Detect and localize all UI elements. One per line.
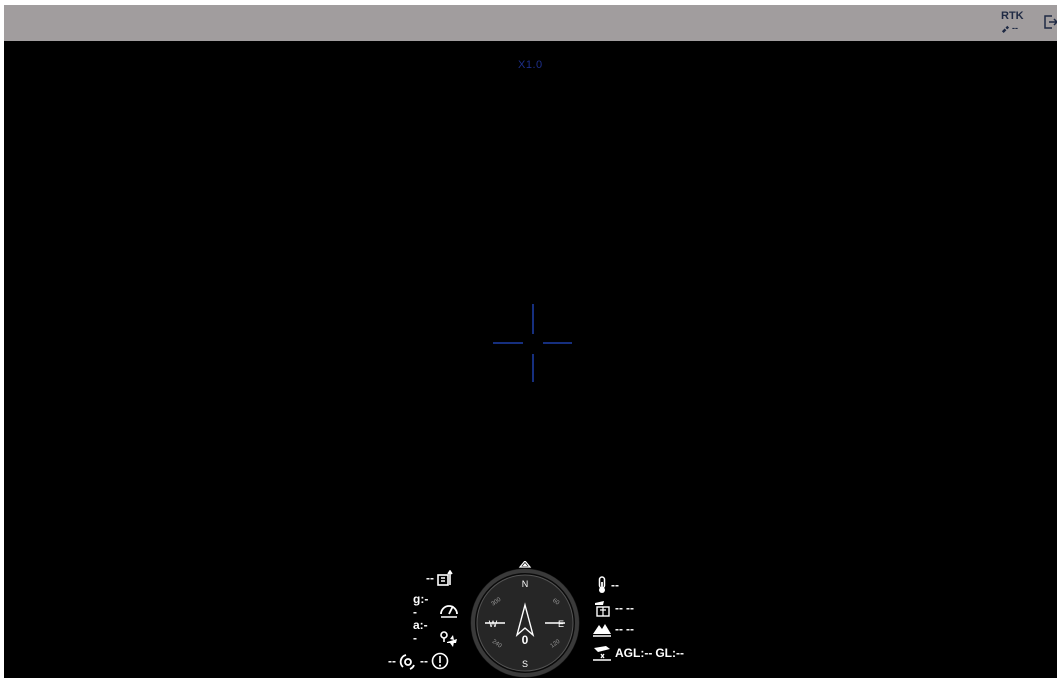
landing-icon — [592, 644, 612, 662]
compass-east: E — [558, 619, 564, 629]
speedometer-icon — [439, 599, 459, 619]
signal-icon — [399, 652, 417, 670]
rtk-label: RTK — [1001, 10, 1024, 22]
crosshair-icon — [493, 304, 572, 382]
rtk-value: -- — [1012, 23, 1018, 33]
terrain-icon — [592, 621, 612, 637]
satellite-icon — [1001, 24, 1010, 33]
compass-south: S — [522, 659, 528, 669]
info-icon — [431, 652, 449, 670]
distance-right-value: -- — [420, 654, 428, 668]
altitude-value: -- — [426, 571, 434, 585]
speed-ground: g:-- — [413, 592, 429, 619]
rtk-status[interactable]: RTK -- — [1001, 10, 1031, 34]
vertical-speed-icon — [594, 599, 612, 617]
drone-distance-icon — [439, 630, 459, 648]
speed-air: a:-- — [413, 618, 428, 645]
gl-value: GL:-- — [655, 646, 684, 660]
rate-b-value: -- — [626, 601, 634, 615]
thermometer-icon — [596, 576, 608, 594]
agl-value: AGL:-- — [615, 646, 653, 660]
exit-icon[interactable] — [1043, 14, 1057, 30]
compass-west: W — [489, 619, 498, 629]
rate-a-value: -- — [615, 601, 623, 615]
distance-left-value: -- — [388, 654, 396, 668]
camera-view: RTK -- X1.0 -- g:-- a:-- -- -- N S E W 3… — [4, 5, 1057, 678]
compass-north: N — [522, 579, 529, 589]
altitude-icon — [437, 570, 455, 586]
zoom-level[interactable]: X1.0 — [518, 59, 543, 71]
terrain-b-value: -- — [626, 622, 634, 636]
temperature-value: -- — [611, 578, 619, 592]
terrain-a-value: -- — [615, 622, 623, 636]
compass-widget: N S E W 300 60 240 120 0 — [470, 561, 580, 678]
compass-heading: 0 — [522, 633, 529, 647]
top-status-bar: RTK -- — [4, 5, 1057, 41]
